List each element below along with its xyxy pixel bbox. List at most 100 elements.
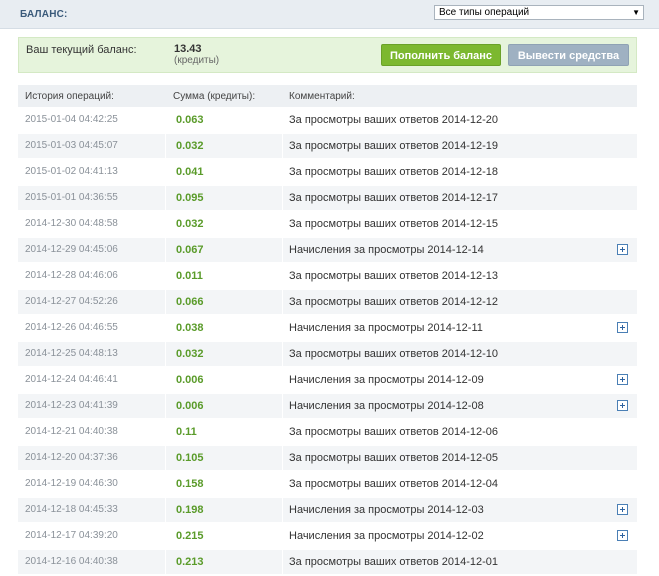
column-divider	[282, 316, 283, 340]
current-balance-value: 13.43	[174, 43, 202, 55]
expand-plus-icon[interactable]	[617, 504, 628, 515]
operation-amount: 0.006	[176, 400, 204, 412]
operation-amount: 0.032	[176, 140, 204, 152]
column-divider	[282, 472, 283, 496]
operation-comment: Начисления за просмотры 2014-12-02	[289, 530, 484, 542]
operation-date: 2015-01-03 04:45:07	[25, 140, 118, 151]
operation-amount: 0.063	[176, 114, 204, 126]
current-balance-label: Ваш текущий баланс:	[26, 44, 137, 56]
operation-amount: 0.105	[176, 452, 204, 464]
column-divider	[165, 368, 166, 392]
chevron-down-icon: ▼	[632, 8, 640, 17]
column-divider	[165, 290, 166, 314]
expand-plus-icon[interactable]	[617, 374, 628, 385]
column-divider	[282, 446, 283, 470]
operation-comment: За просмотры ваших ответов 2014-12-12	[289, 296, 499, 308]
operation-date: 2014-12-21 04:40:38	[25, 426, 118, 437]
operation-date: 2014-12-30 04:48:58	[25, 218, 118, 229]
operation-amount: 0.032	[176, 218, 204, 230]
operation-date: 2014-12-20 04:37:36	[25, 452, 118, 463]
operation-amount: 0.041	[176, 166, 204, 178]
table-row: 2014-12-28 04:46:06 0.011 За просмотры ваш…	[18, 264, 637, 289]
table-row: 2014-12-19 04:46:30 0.158 За просмотры ваш…	[18, 472, 637, 497]
operation-comment: Начисления за просмотры 2014-12-14	[289, 244, 484, 256]
table-row: 2015-01-02 04:41:13 0.041 За просмотры ваш…	[18, 160, 637, 185]
operation-date: 2014-12-19 04:46:30	[25, 478, 118, 489]
column-divider	[165, 316, 166, 340]
operation-comment: За просмотры ваших ответов 2014-12-15	[289, 218, 499, 230]
table-row: 2014-12-16 04:40:38 0.213 За просмотры ваш…	[18, 550, 637, 575]
operation-date: 2015-01-04 04:42:25	[25, 114, 118, 125]
balance-header: БАЛАНС: Все типы операций ▼	[0, 0, 659, 29]
column-divider	[282, 212, 283, 236]
operation-amount: 0.066	[176, 296, 204, 308]
operation-type-select[interactable]: Все типы операций ▼	[434, 5, 644, 20]
operation-comment: За просмотры ваших ответов 2014-12-10	[289, 348, 499, 360]
table-row: 2014-12-26 04:46:55 0.038 Начисления за пр…	[18, 316, 637, 341]
operation-comment: За просмотры ваших ответов 2014-12-18	[289, 166, 499, 178]
table-row: 2014-12-18 04:45:33 0.198 Начисления за пр…	[18, 498, 637, 523]
column-divider	[165, 550, 166, 574]
operation-amount: 0.067	[176, 244, 204, 256]
table-row: 2014-12-24 04:46:41 0.006 Начисления за пр…	[18, 368, 637, 393]
table-row: 2015-01-04 04:42:25 0.063 За просмотры ваш…	[18, 108, 637, 133]
operation-comment: За просмотры ваших ответов 2014-12-20	[289, 114, 499, 126]
column-divider	[282, 420, 283, 444]
operation-date: 2014-12-16 04:40:38	[25, 556, 118, 567]
operation-date: 2014-12-29 04:45:06	[25, 244, 118, 255]
column-divider	[165, 264, 166, 288]
expand-plus-icon[interactable]	[617, 530, 628, 541]
column-divider	[282, 524, 283, 548]
operation-amount: 0.11	[176, 426, 197, 438]
table-row: 2014-12-29 04:45:06 0.067 Начисления за пр…	[18, 238, 637, 263]
table-row: 2014-12-25 04:48:13 0.032 За просмотры ваш…	[18, 342, 637, 367]
top-up-balance-button[interactable]: Пополнить баланс	[381, 44, 501, 66]
table-row: 2015-01-01 04:36:55 0.095 За просмотры ваш…	[18, 186, 637, 211]
operation-amount: 0.215	[176, 530, 204, 542]
current-balance-unit: (кредиты)	[174, 55, 220, 66]
column-divider	[165, 212, 166, 236]
operation-comment: За просмотры ваших ответов 2014-12-19	[289, 140, 499, 152]
operation-amount: 0.006	[176, 374, 204, 386]
operation-type-select-value: Все типы операций	[439, 7, 530, 18]
operation-comment: Начисления за просмотры 2014-12-11	[289, 322, 483, 334]
operation-comment: Начисления за просмотры 2014-12-09	[289, 374, 484, 386]
column-divider	[165, 446, 166, 470]
table-row: 2014-12-30 04:48:58 0.032 За просмотры ваш…	[18, 212, 637, 237]
column-divider	[165, 420, 166, 444]
operation-amount: 0.213	[176, 556, 204, 568]
column-divider	[165, 238, 166, 262]
column-divider	[165, 108, 166, 132]
column-divider	[282, 290, 283, 314]
table-row: 2014-12-17 04:39:20 0.215 Начисления за пр…	[18, 524, 637, 549]
operation-comment: За просмотры ваших ответов 2014-12-05	[289, 452, 499, 464]
column-divider	[282, 394, 283, 418]
column-divider	[282, 238, 283, 262]
operation-comment: Начисления за просмотры 2014-12-03	[289, 504, 484, 516]
operation-date: 2014-12-17 04:39:20	[25, 530, 118, 541]
operation-amount: 0.032	[176, 348, 204, 360]
expand-plus-icon[interactable]	[617, 400, 628, 411]
expand-plus-icon[interactable]	[617, 322, 628, 333]
operation-date: 2014-12-25 04:48:13	[25, 348, 118, 359]
operation-date: 2015-01-02 04:41:13	[25, 166, 118, 177]
column-header-comment: Комментарий:	[289, 91, 355, 102]
column-divider	[282, 134, 283, 158]
column-divider	[282, 498, 283, 522]
column-divider	[165, 394, 166, 418]
expand-plus-icon[interactable]	[617, 244, 628, 255]
table-row: 2014-12-23 04:41:39 0.006 Начисления за пр…	[18, 394, 637, 419]
column-divider	[282, 368, 283, 392]
operation-amount: 0.038	[176, 322, 204, 334]
column-divider	[165, 342, 166, 366]
page-title: БАЛАНС:	[20, 9, 68, 20]
operations-table: 2015-01-04 04:42:25 0.063 За просмотры ваш…	[18, 108, 637, 576]
current-balance-panel: Ваш текущий баланс: 13.43 (кредиты) Попо…	[18, 37, 637, 73]
withdraw-funds-button[interactable]: Вывести средства	[508, 44, 629, 66]
column-divider	[282, 264, 283, 288]
operation-date: 2015-01-01 04:36:55	[25, 192, 118, 203]
operation-date: 2014-12-26 04:46:55	[25, 322, 118, 333]
column-divider	[165, 524, 166, 548]
operation-comment: Начисления за просмотры 2014-12-08	[289, 400, 484, 412]
table-row: 2014-12-20 04:37:36 0.105 За просмотры ваш…	[18, 446, 637, 471]
